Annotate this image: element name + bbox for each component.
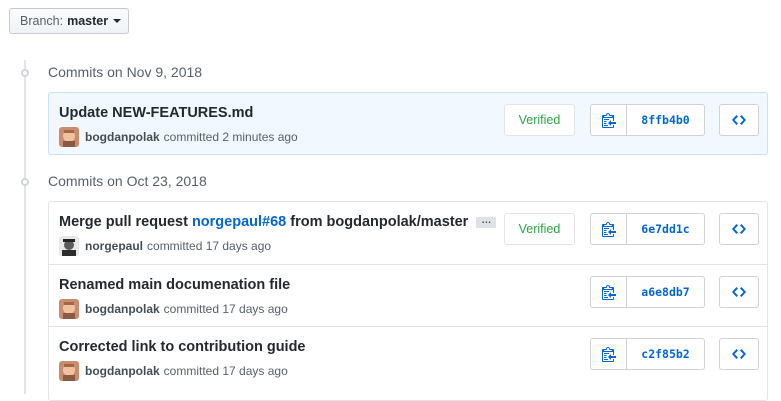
copy-sha-button[interactable] (591, 214, 627, 244)
commit-title[interactable]: Corrected link to contribution guide (59, 339, 306, 355)
commit-sha-link[interactable]: 6e7dd1c (627, 214, 704, 244)
commit-group-title: Commits on Nov 9, 2018 (48, 64, 203, 80)
clipboard-icon (601, 347, 616, 362)
commit-list: Update NEW-FEATURES.md bogdanpolak commi… (48, 92, 768, 155)
branch-value: master (67, 14, 109, 28)
commit-meta: norgepaul committed 17 days ago (59, 236, 271, 256)
code-icon (732, 349, 746, 359)
commit-row: Update NEW-FEATURES.md bogdanpolak commi… (49, 93, 767, 155)
timeline-dot (21, 178, 29, 186)
commit-time: committed 2 minutes ago (163, 130, 298, 144)
avatar[interactable] (59, 299, 79, 319)
commit-meta: bogdanpolak committed 17 days ago (59, 361, 288, 381)
commit-title-prefix[interactable]: Merge pull request (59, 214, 192, 230)
commit-title[interactable]: Update NEW-FEATURES.md (59, 105, 253, 121)
commit-author[interactable]: norgepaul (85, 239, 143, 253)
sha-button-group: 8ffb4b0 (590, 104, 705, 136)
expand-message-button[interactable]: … (476, 215, 497, 228)
commit-author[interactable]: bogdanpolak (85, 302, 160, 316)
browse-files-button[interactable] (719, 104, 759, 136)
commit-group-title: Commits on Oct 23, 2018 (48, 173, 207, 189)
commit-sha-link[interactable]: a6e8db7 (627, 277, 704, 307)
avatar[interactable] (59, 127, 79, 147)
commit-row: Renamed main documenation file bogdanpol… (49, 264, 767, 326)
commit-row: Corrected link to contribution guide bog… (49, 326, 767, 388)
avatar[interactable] (59, 236, 79, 256)
clipboard-icon (601, 113, 616, 128)
avatar[interactable] (59, 361, 79, 381)
commit-author[interactable]: bogdanpolak (85, 130, 160, 144)
copy-sha-button[interactable] (591, 105, 627, 135)
commit-author[interactable]: bogdanpolak (85, 364, 160, 378)
clipboard-icon (601, 285, 616, 300)
commit-time: committed 17 days ago (163, 302, 288, 316)
commit-time: committed 17 days ago (147, 239, 272, 253)
commit-list: Merge pull request norgepaul#68 from bog… (48, 201, 768, 401)
branch-label: Branch: (20, 14, 64, 28)
commit-meta: bogdanpolak committed 2 minutes ago (59, 127, 298, 147)
branch-select-button[interactable]: Branch: master (9, 8, 129, 34)
commit-row: Merge pull request norgepaul#68 from bog… (49, 202, 767, 264)
code-icon (732, 287, 746, 297)
commit-title[interactable]: Renamed main documenation file (59, 277, 290, 293)
copy-sha-button[interactable] (591, 277, 627, 307)
commit-sha-link[interactable]: c2f85b2 (627, 339, 704, 369)
timeline-line (24, 60, 26, 394)
sha-button-group: c2f85b2 (590, 338, 705, 370)
pull-request-link[interactable]: norgepaul#68 (192, 214, 286, 230)
commit-title-suffix[interactable]: from bogdanpolak/master (286, 214, 468, 230)
browse-files-button[interactable] (719, 276, 759, 308)
commit-time: committed 17 days ago (163, 364, 288, 378)
commit-title: Merge pull request norgepaul#68 from bog… (59, 214, 497, 230)
verified-badge[interactable]: Verified (504, 213, 575, 245)
sha-button-group: 6e7dd1c (590, 213, 705, 245)
sha-button-group: a6e8db7 (590, 276, 705, 308)
copy-sha-button[interactable] (591, 339, 627, 369)
commit-sha-link[interactable]: 8ffb4b0 (627, 105, 704, 135)
browse-files-button[interactable] (719, 338, 759, 370)
browse-files-button[interactable] (719, 213, 759, 245)
clipboard-icon (601, 222, 616, 237)
code-icon (732, 224, 746, 234)
timeline-dot (21, 69, 29, 77)
verified-badge[interactable]: Verified (504, 104, 575, 136)
code-icon (732, 115, 746, 125)
commit-meta: bogdanpolak committed 17 days ago (59, 299, 288, 319)
caret-down-icon (113, 19, 122, 23)
